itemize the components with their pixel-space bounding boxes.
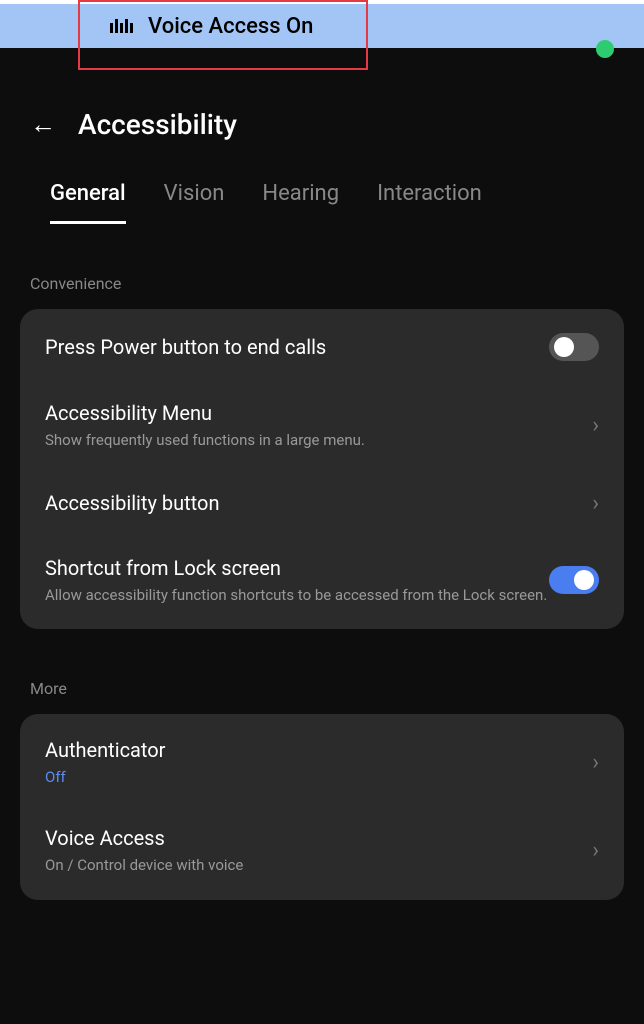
- chevron-right-icon: ›: [592, 750, 599, 775]
- row-accessibility-button[interactable]: Accessibility button ›: [20, 471, 624, 536]
- row-subtitle-status: Off: [45, 768, 582, 786]
- row-title: Accessibility button: [45, 491, 582, 515]
- row-title: Authenticator: [45, 738, 582, 762]
- row-voice-access[interactable]: Voice Access On / Control device with vo…: [20, 806, 624, 896]
- back-button[interactable]: ←: [30, 109, 56, 140]
- section-label-more: More: [0, 629, 644, 714]
- chevron-right-icon: ›: [592, 491, 599, 516]
- section-label-convenience: Convenience: [0, 224, 644, 309]
- row-press-power-end-calls[interactable]: Press Power button to end calls: [20, 313, 624, 381]
- row-subtitle: On / Control device with voice: [45, 856, 582, 876]
- page-title: Accessibility: [78, 108, 237, 141]
- chevron-right-icon: ›: [592, 838, 599, 863]
- tab-vision[interactable]: Vision: [164, 181, 225, 224]
- more-card: Authenticator Off › Voice Access On / Co…: [20, 714, 624, 900]
- row-title: Press Power button to end calls: [45, 335, 549, 359]
- status-indicator: [596, 40, 614, 58]
- row-title: Shortcut from Lock screen: [45, 556, 549, 580]
- row-subtitle: Allow accessibility function shortcuts t…: [45, 586, 549, 606]
- voice-access-notification[interactable]: Voice Access On: [0, 4, 644, 48]
- tab-bar: General Vision Hearing Interaction: [0, 161, 644, 224]
- tab-interaction[interactable]: Interaction: [377, 181, 482, 224]
- toggle-press-power[interactable]: [549, 333, 599, 361]
- row-title: Voice Access: [45, 826, 582, 850]
- row-subtitle: Show frequently used functions in a larg…: [45, 431, 582, 451]
- row-authenticator[interactable]: Authenticator Off ›: [20, 718, 624, 806]
- page-header: ← Accessibility: [0, 78, 644, 161]
- row-title: Accessibility Menu: [45, 401, 582, 425]
- row-accessibility-menu[interactable]: Accessibility Menu Show frequently used …: [20, 381, 624, 471]
- convenience-card: Press Power button to end calls Accessib…: [20, 309, 624, 629]
- tab-general[interactable]: General: [50, 181, 126, 224]
- row-shortcut-lock-screen[interactable]: Shortcut from Lock screen Allow accessib…: [20, 536, 624, 626]
- tab-hearing[interactable]: Hearing: [262, 181, 339, 224]
- notification-text: Voice Access On: [148, 14, 313, 39]
- chevron-right-icon: ›: [592, 413, 599, 438]
- audio-level-icon: [110, 19, 133, 33]
- toggle-shortcut-lock[interactable]: [549, 566, 599, 594]
